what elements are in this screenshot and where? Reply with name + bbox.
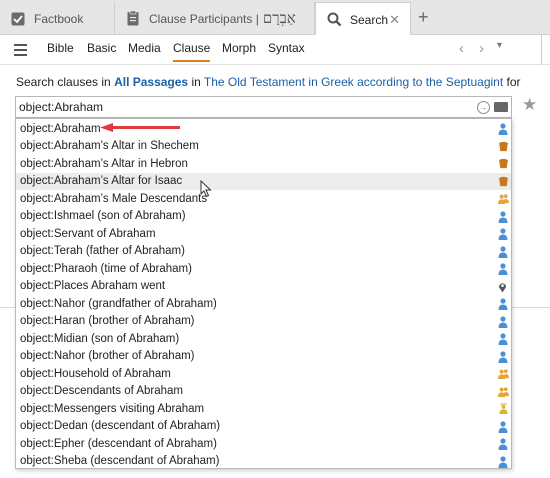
suggestion-label: object:Epher (descendant of Abraham) xyxy=(20,437,217,450)
suggestion-label: object:Abraham’s Altar in Shechem xyxy=(20,140,199,153)
passages-link[interactable]: All Passages xyxy=(114,75,188,89)
suggestion-item[interactable]: object:Sheba (descendant of Abraham) xyxy=(16,453,511,471)
tab-label: Search xyxy=(350,12,389,27)
person-icon xyxy=(498,350,508,363)
suggestion-item[interactable]: object:Household of Abraham xyxy=(16,365,511,383)
suggestion-label: object:Terah (father of Abraham) xyxy=(20,245,185,258)
angel-icon xyxy=(498,402,508,415)
suggestion-label: object:Abraham’s Altar for Isaac xyxy=(20,175,183,188)
menu-icon[interactable] xyxy=(14,44,27,59)
suggestion-label: object:Descendants of Abraham xyxy=(20,385,184,398)
suggestion-item[interactable]: object:Messengers visiting Abraham xyxy=(16,400,511,418)
suggestion-label: object:Messengers visiting Abraham xyxy=(20,402,205,415)
suggestion-item[interactable]: object:Abraham’s Male Descendants xyxy=(16,190,511,208)
close-tab-icon[interactable]: ✕ xyxy=(389,12,400,28)
factbook-icon xyxy=(10,11,26,27)
scope-prefix: Search clauses in xyxy=(16,75,115,89)
person-icon xyxy=(498,455,508,468)
tab-factbook[interactable]: Factbook xyxy=(0,2,115,35)
suggestion-item[interactable]: object:Abraham’s Altar in Hebron xyxy=(16,155,511,173)
tab-basic[interactable]: Basic xyxy=(87,41,116,55)
group-icon xyxy=(498,386,509,398)
history-dropdown-icon[interactable]: ▾ xyxy=(497,40,502,51)
suggestion-item[interactable]: object:Abraham’s Altar for Isaac xyxy=(16,172,511,190)
corpus-link[interactable]: The Old Testament in Greek according to … xyxy=(204,75,503,89)
search-icon xyxy=(326,12,342,28)
tab-syntax[interactable]: Syntax xyxy=(268,41,305,55)
tab-bar: Factbook Clause Participants | אַבְרָם S… xyxy=(0,0,550,36)
tab-search[interactable]: Search ✕ xyxy=(315,2,411,36)
suggestion-item[interactable]: object:Midian (son of Abraham) xyxy=(16,330,511,348)
suggestion-item[interactable]: object:Nahor (grandfather of Abraham) xyxy=(16,295,511,313)
person-icon xyxy=(498,123,508,135)
person-icon xyxy=(498,245,508,258)
go-icon[interactable]: → xyxy=(477,101,490,114)
search-box: → xyxy=(15,96,512,118)
suggestion-label: object:Servant of Abraham xyxy=(20,227,156,240)
suggestion-label: object:Nahor (grandfather of Abraham) xyxy=(20,297,217,310)
suggestion-item[interactable]: object:Abraham’s Altar in Shechem xyxy=(16,138,511,156)
search-scope-line: Search clauses in All Passages in The Ol… xyxy=(16,75,521,89)
toolbar-divider xyxy=(541,35,542,65)
person-icon xyxy=(498,333,508,345)
suggestion-label: object:Midian (son of Abraham) xyxy=(20,332,180,345)
tab-hebrew-label: אַבְרָם xyxy=(262,9,296,27)
suggestion-label: object:Nahor (brother of Abraham) xyxy=(20,350,195,363)
group-icon xyxy=(498,193,509,205)
suggestion-item[interactable]: object:Nahor (brother of Abraham) xyxy=(16,348,511,366)
altar-icon xyxy=(498,158,509,170)
tab-morph[interactable]: Morph xyxy=(222,41,256,55)
person-icon xyxy=(498,315,508,328)
person-icon xyxy=(498,263,508,275)
suggestion-label: object:Pharaoh (time of Abraham) xyxy=(20,262,192,275)
suggestion-label: object:Dedan (descendant of Abraham) xyxy=(20,420,221,433)
new-tab-button[interactable]: + xyxy=(418,7,429,28)
suggestion-item[interactable]: object:Servant of Abraham xyxy=(16,225,511,243)
search-input[interactable] xyxy=(19,99,469,115)
suggestion-item[interactable]: object:Ishmael (son of Abraham) xyxy=(16,208,511,226)
person-icon xyxy=(498,210,508,223)
tab-label: Factbook xyxy=(34,11,84,26)
person-icon xyxy=(498,420,508,433)
suggestion-item[interactable]: object:Abraham xyxy=(16,120,511,138)
tab-bible[interactable]: Bible xyxy=(47,41,74,55)
keyboard-icon[interactable] xyxy=(494,102,508,112)
person-icon xyxy=(498,298,508,310)
suggestion-item[interactable]: object:Terah (father of Abraham) xyxy=(16,243,511,261)
tab-media[interactable]: Media xyxy=(128,41,161,55)
suggestion-item[interactable]: object:Pharaoh (time of Abraham) xyxy=(16,260,511,278)
search-type-toolbar: Bible Basic Media Clause Morph Syntax ‹ … xyxy=(0,35,550,65)
suggestion-item[interactable]: object:Haran (brother of Abraham) xyxy=(16,313,511,331)
group-icon xyxy=(498,368,509,380)
document-icon xyxy=(125,11,141,27)
scope-suffix: for xyxy=(503,75,521,89)
altar-icon xyxy=(498,141,509,153)
tab-label: Clause Participants | xyxy=(149,11,259,26)
map-pin-icon xyxy=(498,281,508,293)
person-icon xyxy=(498,438,508,450)
suggestion-label: object:Household of Abraham xyxy=(20,367,171,380)
annotation-arrow-icon xyxy=(100,123,180,132)
suggestion-label: object:Ishmael (son of Abraham) xyxy=(20,210,186,223)
suggestion-label: object:Abraham’s Male Descendants xyxy=(20,192,208,205)
tab-clause-participants[interactable]: Clause Participants | אַבְרָם xyxy=(115,2,315,35)
suggestion-item[interactable]: object:Epher (descendant of Abraham) xyxy=(16,435,511,453)
forward-button[interactable]: › xyxy=(479,40,484,57)
tab-clause[interactable]: Clause xyxy=(173,41,211,62)
suggestion-item[interactable]: object:Dedan (descendant of Abraham) xyxy=(16,418,511,436)
suggestion-label: object:Places Abraham went xyxy=(20,280,166,293)
suggestions-dropdown: object:Abraham object:Abraham’s Altar in … xyxy=(15,118,512,469)
suggestion-label: object:Sheba (descendant of Abraham) xyxy=(20,455,220,468)
suggestion-item[interactable]: object:Descendants of Abraham xyxy=(16,383,511,401)
suggestion-label: object:Abraham’s Altar in Hebron xyxy=(20,157,188,170)
suggestion-label: object:Haran (brother of Abraham) xyxy=(20,315,195,328)
altar-icon xyxy=(498,176,509,188)
person-icon xyxy=(498,228,508,240)
back-button[interactable]: ‹ xyxy=(459,40,464,57)
mouse-cursor-icon xyxy=(200,180,212,198)
suggestion-label: object:Abraham xyxy=(20,122,101,135)
favorite-star-icon[interactable]: ★ xyxy=(522,95,537,115)
scope-in: in xyxy=(188,75,204,89)
suggestion-item[interactable]: object:Places Abraham went xyxy=(16,278,511,296)
